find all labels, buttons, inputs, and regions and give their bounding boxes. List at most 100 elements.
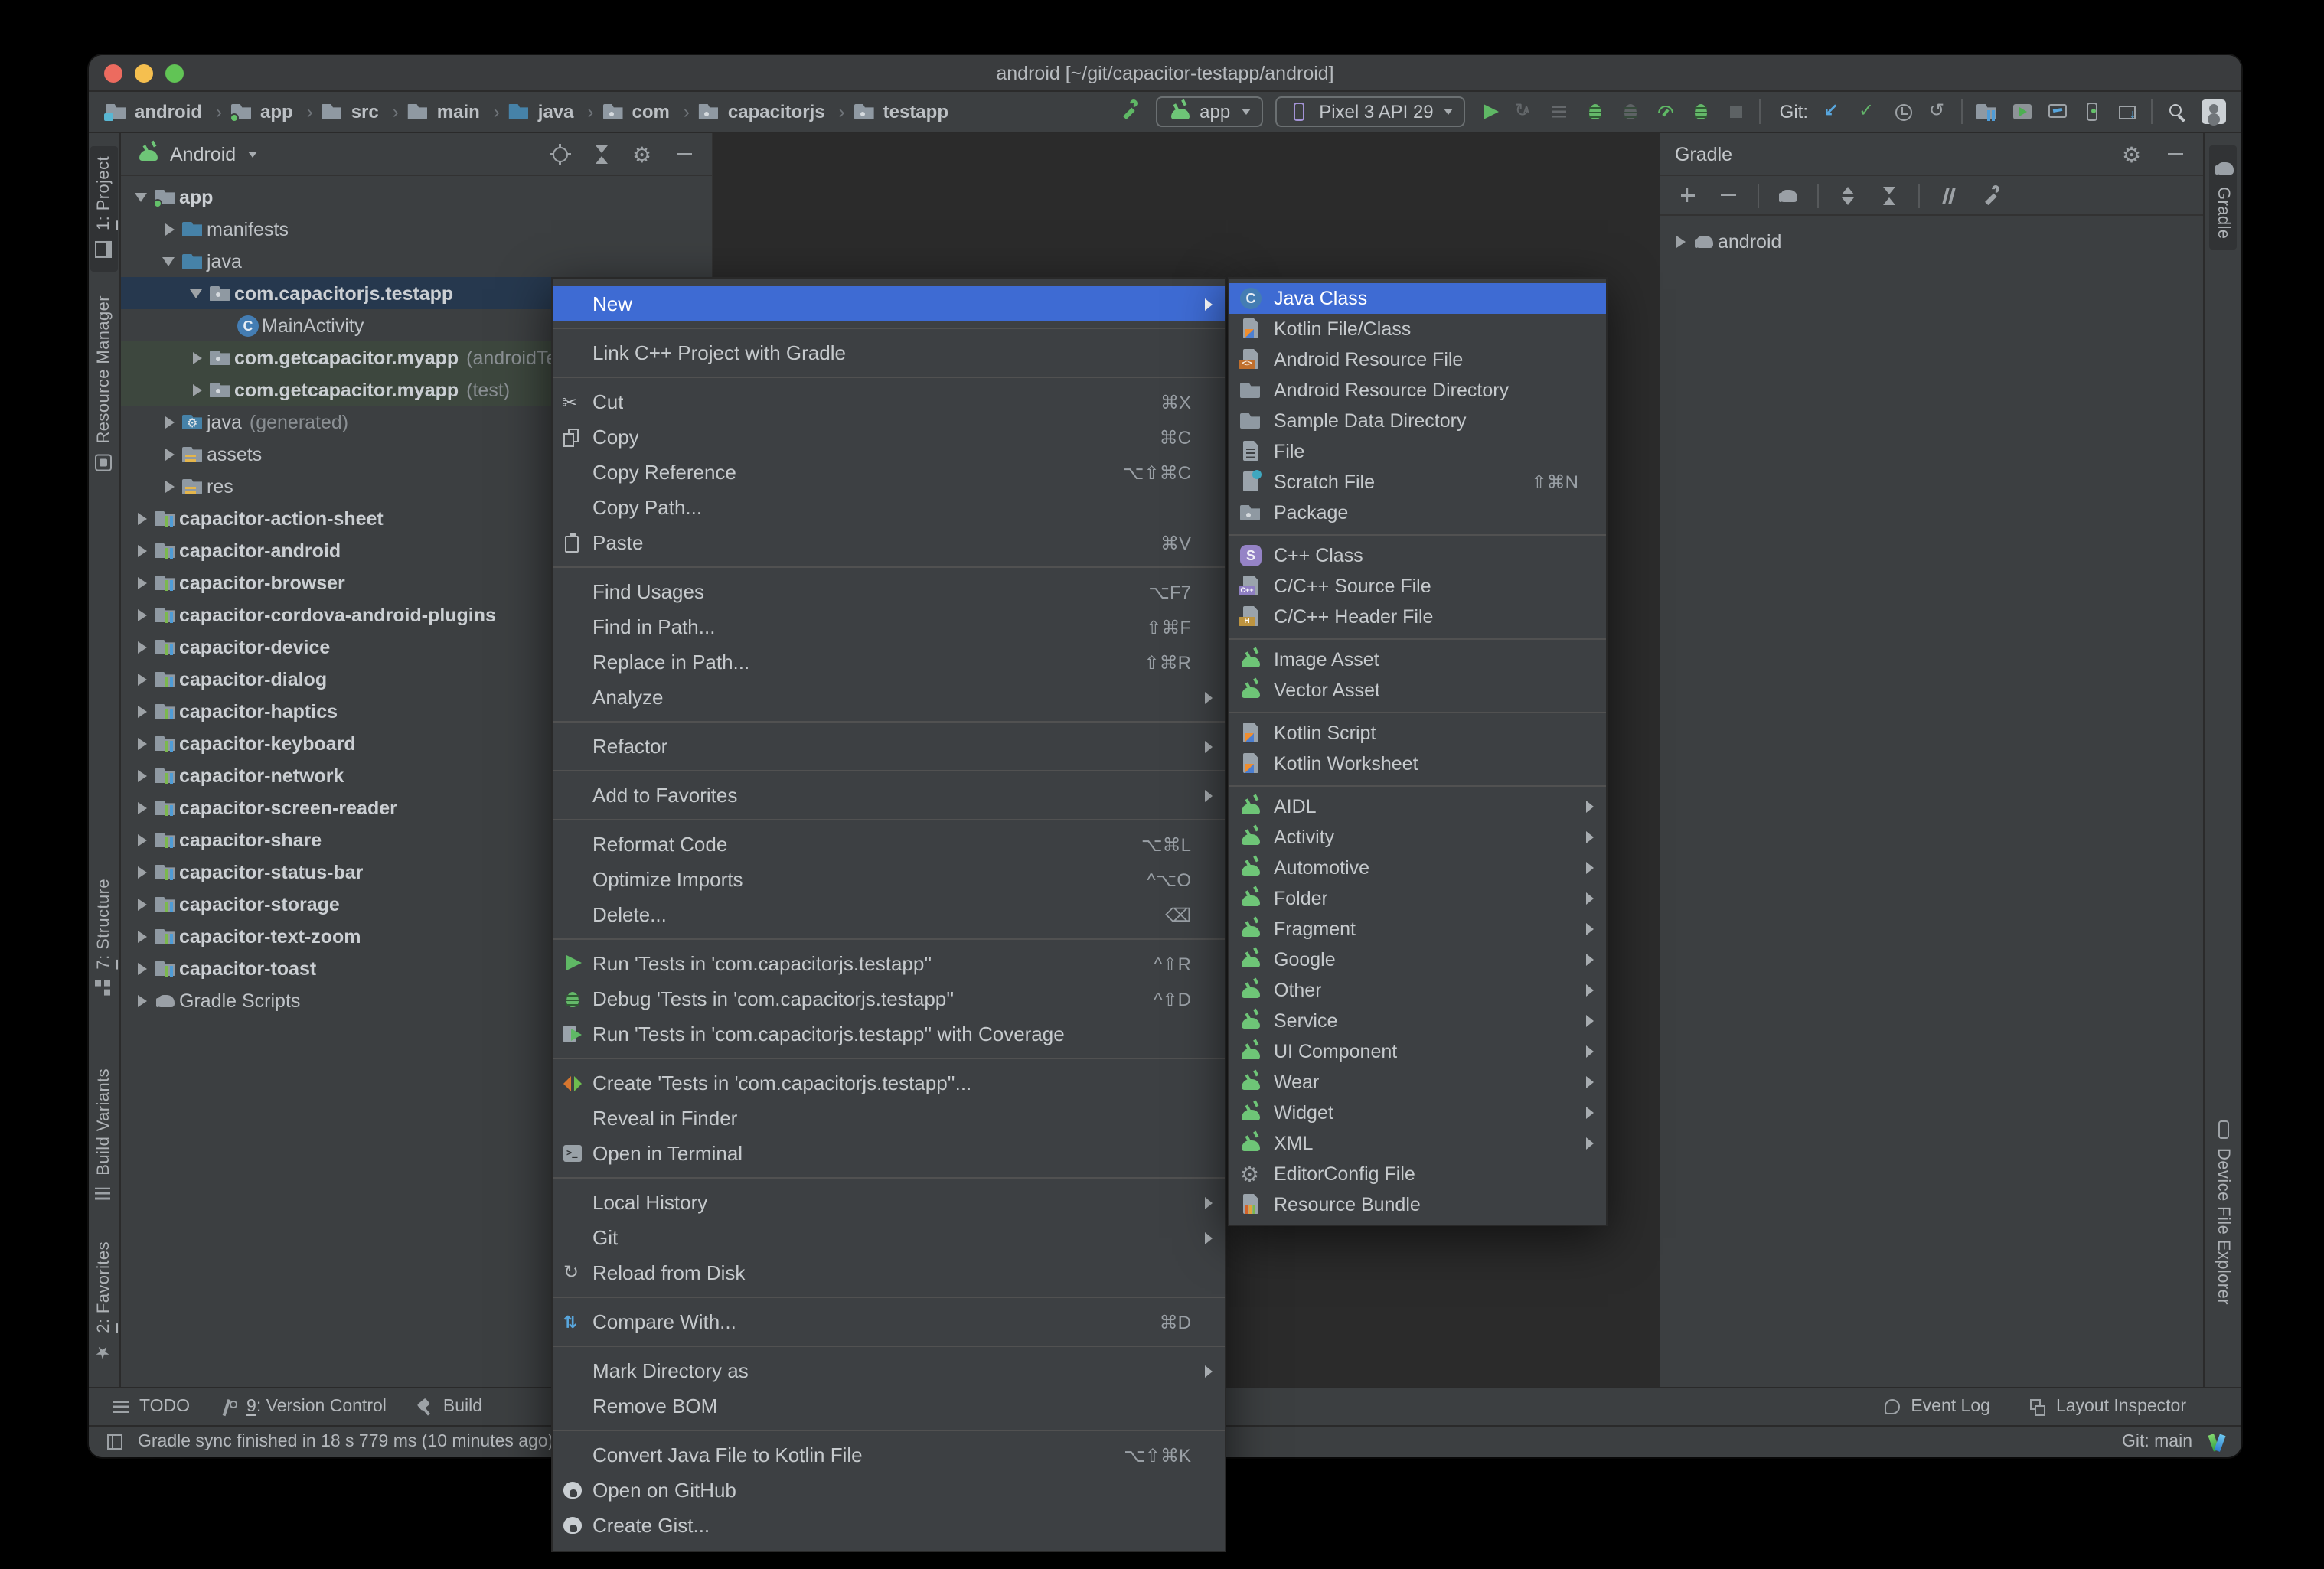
menu-item[interactable]: Service [1229,1006,1606,1036]
project-view-selector[interactable]: Android [170,143,236,165]
toolwindow-tab[interactable]: Gradle [2209,145,2237,250]
menu-item[interactable]: Open on GitHub [553,1473,1225,1508]
running-devices-icon[interactable] [2081,99,2105,124]
menu-item[interactable]: Vector Asset [1229,675,1606,706]
menu-item[interactable] [553,715,1225,729]
chevron-icon[interactable] [188,285,205,302]
menu-item[interactable]: Widget [1229,1098,1606,1128]
menu-item[interactable]: Run 'Tests in 'com.capacitorjs.testapp''… [553,946,1225,981]
toolbar-divider[interactable] [1961,99,1963,124]
toolwindow-tab[interactable]: 1: Project [90,145,118,272]
menu-item[interactable]: Google [1229,944,1606,975]
menu-item[interactable]: Add to Favorites [553,778,1225,813]
menu-item[interactable]: Other [1229,975,1606,1006]
menu-item[interactable]: New [553,286,1225,321]
apply-code-changes-icon[interactable] [1549,99,1573,124]
menu-item[interactable]: Package [1229,497,1606,528]
rollback-icon[interactable] [1926,99,1950,124]
chevron-icon[interactable] [161,478,178,494]
menu-item[interactable]: Git [553,1220,1225,1255]
menu-item[interactable]: Resource Bundle [1229,1189,1606,1220]
chevron-icon[interactable] [133,542,150,559]
breadcrumb-item[interactable]: src [321,99,406,124]
search-icon[interactable] [2165,99,2189,124]
toolbar-divider[interactable] [1918,183,1920,207]
menu-item[interactable]: AIDL [1229,791,1606,822]
collapse-all-icon[interactable] [1877,183,1901,207]
menu-item[interactable]: Run 'Tests in 'com.capacitorjs.testapp''… [553,1016,1225,1052]
menu-item[interactable]: Create Gist... [553,1508,1225,1543]
menu-item[interactable]: Analyze [553,680,1225,715]
menu-item[interactable]: Android Resource File [1229,344,1606,375]
toolwindow-tab[interactable]: Device File Explorer [2209,1107,2237,1316]
toolwindow-button[interactable]: Layout Inspector [2027,1396,2186,1417]
breadcrumb-item[interactable]: main [406,99,508,124]
chevron-icon[interactable] [161,445,178,462]
menu-item[interactable]: EditorConfig File [1229,1159,1606,1189]
menu-item[interactable]: C++ Class [1229,540,1606,571]
stop-button-icon[interactable] [1725,99,1749,124]
menu-item[interactable]: Kotlin Worksheet [1229,749,1606,779]
breadcrumb-item[interactable]: java [508,99,602,124]
chevron-icon[interactable] [133,992,150,1009]
menu-item[interactable]: File [1229,436,1606,467]
menu-item[interactable] [553,1339,1225,1353]
menu-item[interactable]: Debug 'Tests in 'com.capacitorjs.testapp… [553,981,1225,1016]
chevron-icon[interactable] [1672,233,1689,250]
menu-item[interactable]: Link C++ Project with Gradle [553,335,1225,370]
chevron-icon[interactable] [133,960,150,977]
menu-item[interactable]: Reveal in Finder [553,1101,1225,1136]
menu-item[interactable]: Convert Java File to Kotlin File ⌥⇧⌘K [553,1437,1225,1473]
expand-all-icon[interactable] [1836,183,1860,207]
menu-item[interactable]: Automotive [1229,853,1606,883]
breadcrumb-item[interactable]: app [230,99,321,124]
toggle-offline-icon[interactable] [1937,183,1961,207]
menu-item[interactable]: C/C++ Source File [1229,571,1606,602]
menu-item[interactable] [1229,528,1606,540]
menu-item[interactable]: Open in Terminal [553,1136,1225,1171]
collapse-all-icon[interactable] [589,142,614,166]
tree-row[interactable]: manifests [121,213,712,245]
menu-item[interactable]: Copy Reference ⌥⇧⌘C [553,455,1225,490]
wrench-icon[interactable] [1978,183,2002,207]
debug-button-icon[interactable] [1584,99,1608,124]
menu-item[interactable]: Kotlin File/Class [1229,314,1606,344]
chevron-down-icon[interactable] [248,151,258,157]
breadcrumb-item[interactable]: android [104,99,230,124]
apply-changes-icon[interactable] [1513,99,1538,124]
commit-icon[interactable] [1856,99,1880,124]
tree-row[interactable]: app [121,181,712,213]
chevron-icon[interactable] [133,670,150,687]
menu-item[interactable]: Cut ⌘X [553,384,1225,419]
breadcrumb-item[interactable]: testapp [853,99,948,124]
sdk-manager-icon[interactable] [2116,99,2140,124]
menu-item[interactable]: Wear [1229,1067,1606,1098]
profile-app-icon[interactable] [1689,99,1714,124]
toolwindow-button[interactable]: TODO [110,1396,190,1417]
toolbar-divider[interactable] [1758,183,1759,207]
menu-item[interactable]: Find in Path... ⇧⌘F [553,609,1225,644]
chevron-icon[interactable] [161,220,178,237]
zoom-button[interactable] [165,64,184,82]
chevron-icon[interactable] [133,831,150,848]
menu-item[interactable]: Activity [1229,822,1606,853]
minus-icon[interactable] [1716,183,1741,207]
menu-item[interactable]: Local History [553,1185,1225,1220]
menu-item[interactable]: Copy ⌘C [553,419,1225,455]
menu-item[interactable] [1229,706,1606,718]
menu-item[interactable] [553,813,1225,827]
chevron-icon[interactable] [133,735,150,752]
menu-item[interactable] [553,1171,1225,1185]
app-inspection-icon[interactable] [2045,99,2070,124]
minimize-button[interactable] [135,64,153,82]
chevron-icon[interactable] [133,638,150,655]
run-button-icon[interactable] [1478,99,1503,124]
hide-panel-icon[interactable] [672,142,697,166]
chevron-icon[interactable] [133,767,150,784]
chevron-icon[interactable] [133,510,150,527]
menu-item[interactable]: Copy Path... [553,490,1225,525]
menu-item[interactable] [553,764,1225,778]
menu-item[interactable] [553,321,1225,335]
menu-item[interactable] [1229,632,1606,644]
menu-item[interactable] [553,370,1225,384]
